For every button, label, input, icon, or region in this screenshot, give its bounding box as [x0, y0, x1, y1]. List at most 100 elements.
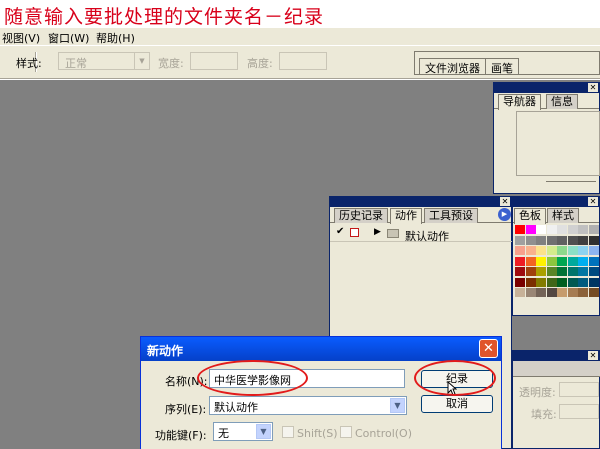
name-annotation-circle	[197, 360, 308, 396]
swatch[interactable]	[536, 277, 546, 287]
swatch[interactable]	[515, 277, 525, 287]
swatch[interactable]	[557, 246, 567, 255]
swatch[interactable]	[525, 225, 536, 234]
close-icon[interactable]: ✕	[588, 83, 598, 92]
tab-swatches[interactable]: 色板	[514, 208, 546, 224]
swatch[interactable]	[588, 246, 599, 255]
palette-menu-icon[interactable]: ▶	[498, 208, 511, 221]
action-set-row[interactable]: ✔ ▶ 默认动作	[330, 226, 512, 243]
swatch[interactable]	[588, 225, 599, 234]
swatch[interactable]	[557, 267, 567, 276]
swatch[interactable]	[557, 235, 567, 245]
swatch[interactable]	[578, 235, 588, 245]
swatch[interactable]	[588, 235, 599, 245]
swatch[interactable]	[525, 246, 536, 255]
swatch[interactable]	[515, 225, 525, 234]
palette-titlebar[interactable]: ✕	[513, 197, 599, 207]
swatch[interactable]	[578, 256, 588, 266]
swatch[interactable]	[546, 246, 557, 255]
swatch[interactable]	[588, 277, 599, 287]
swatch[interactable]	[515, 246, 525, 255]
swatch[interactable]	[578, 277, 588, 287]
swatch[interactable]	[567, 267, 578, 276]
menu-window[interactable]: 窗口(W)	[48, 30, 89, 46]
swatch[interactable]	[536, 288, 546, 297]
swatch[interactable]	[536, 256, 546, 266]
swatch[interactable]	[525, 267, 536, 276]
close-icon[interactable]: ✕	[500, 197, 510, 206]
function-key-select[interactable]: 无 ▼	[213, 422, 273, 441]
style-value: 正常	[65, 57, 87, 70]
tab-tool-presets[interactable]: 工具预设	[424, 208, 478, 223]
dialog-titlebar[interactable]: 新动作 ✕	[141, 337, 501, 361]
swatch[interactable]	[546, 225, 557, 234]
palette-titlebar[interactable]: ✕	[494, 83, 599, 93]
swatch[interactable]	[578, 225, 588, 234]
swatch[interactable]	[515, 256, 525, 266]
swatch[interactable]	[536, 225, 546, 234]
swatch[interactable]	[588, 288, 599, 297]
palette-titlebar[interactable]: ✕	[330, 197, 511, 207]
tab-file-browser[interactable]: 文件浏览器	[419, 58, 486, 75]
swatch[interactable]	[588, 256, 599, 266]
width-field[interactable]	[190, 52, 238, 70]
tab-styles[interactable]: 样式	[547, 208, 579, 223]
swatch[interactable]	[588, 267, 599, 276]
chevron-down-icon: ▼	[134, 53, 149, 69]
swatch[interactable]	[567, 256, 578, 266]
swatch[interactable]	[557, 225, 567, 234]
swatch[interactable]	[536, 246, 546, 255]
cancel-button[interactable]: 取消	[421, 395, 493, 413]
swatch[interactable]	[546, 235, 557, 245]
record-annotation-circle	[414, 360, 496, 396]
swatch[interactable]	[515, 235, 525, 245]
tab-brushes[interactable]: 画笔	[485, 58, 519, 75]
palette-titlebar[interactable]: ✕	[513, 351, 599, 361]
swatch[interactable]	[567, 246, 578, 255]
swatch[interactable]	[578, 267, 588, 276]
swatch[interactable]	[525, 288, 536, 297]
swatch[interactable]	[515, 288, 525, 297]
control-checkbox[interactable]	[340, 426, 352, 438]
checkmark-icon[interactable]: ✔	[336, 226, 344, 237]
swatch[interactable]	[567, 288, 578, 297]
fill-field[interactable]	[559, 404, 599, 419]
zoom-slider[interactable]	[546, 181, 596, 186]
dialog-toggle-icon[interactable]	[350, 228, 359, 237]
swatch[interactable]	[515, 267, 525, 276]
swatch[interactable]	[525, 235, 536, 245]
swatch[interactable]	[557, 277, 567, 287]
menu-view[interactable]: 视图(V)	[2, 30, 40, 46]
swatch[interactable]	[567, 277, 578, 287]
swatch[interactable]	[546, 277, 557, 287]
swatch[interactable]	[567, 225, 578, 234]
tab-navigator[interactable]: 导航器	[498, 94, 541, 110]
swatch[interactable]	[567, 235, 578, 245]
swatch[interactable]	[525, 277, 536, 287]
swatch[interactable]	[557, 288, 567, 297]
set-select[interactable]: 默认动作 ▼	[209, 396, 407, 415]
swatch[interactable]	[546, 288, 557, 297]
height-field[interactable]	[279, 52, 327, 70]
swatch[interactable]	[546, 256, 557, 266]
tab-history[interactable]: 历史记录	[334, 208, 388, 223]
opacity-field[interactable]	[559, 382, 599, 397]
close-icon[interactable]: ✕	[588, 351, 598, 360]
swatch[interactable]	[578, 246, 588, 255]
tab-actions[interactable]: 动作	[390, 208, 422, 224]
close-icon[interactable]: ✕	[479, 339, 498, 358]
swatch[interactable]	[557, 256, 567, 266]
swatch[interactable]	[536, 235, 546, 245]
shift-checkbox[interactable]	[282, 426, 294, 438]
menu-help[interactable]: 帮助(H)	[96, 30, 135, 46]
swatch[interactable]	[578, 288, 588, 297]
width-label: 宽度:	[158, 57, 184, 70]
swatch[interactable]	[536, 267, 546, 276]
style-select[interactable]: 正常 ▼	[58, 52, 150, 70]
expand-triangle-icon[interactable]: ▶	[374, 227, 381, 237]
swatch[interactable]	[546, 267, 557, 276]
tab-info[interactable]: 信息	[546, 94, 578, 109]
swatch[interactable]	[525, 256, 536, 266]
chevron-down-icon: ▼	[390, 398, 405, 413]
close-icon[interactable]: ✕	[588, 197, 598, 206]
